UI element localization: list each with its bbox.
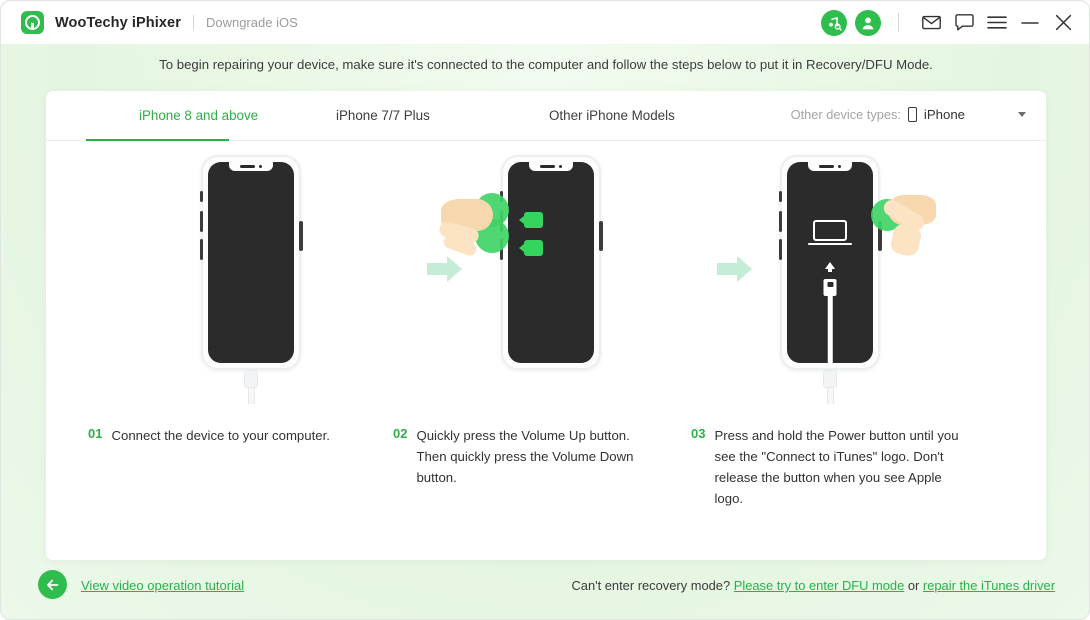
help-middle: or xyxy=(907,578,920,593)
step-2-caption: 02 Quickly press the Volume Up button. T… xyxy=(393,425,653,488)
itunes-laptop-icon xyxy=(808,220,852,245)
back-button[interactable] xyxy=(38,570,67,599)
tab-other-iphone-models[interactable]: Other iPhone Models xyxy=(549,108,675,123)
steps-area: 01 Connect the device to your computer. … xyxy=(46,141,1046,559)
itunes-driver-link[interactable]: repair the iTunes driver xyxy=(923,578,1055,593)
finger-illustration-3b xyxy=(889,222,923,258)
title-bar: WooTechy iPhixer Downgrade iOS xyxy=(1,1,1089,44)
steps-card: iPhone 8 and above iPhone 7/7 Plus Other… xyxy=(46,91,1046,560)
page-subtitle: Downgrade iOS xyxy=(205,15,298,30)
app-title: WooTechy iPhixer xyxy=(55,14,181,31)
envelope-icon[interactable] xyxy=(917,9,945,37)
itunes-music-search-icon[interactable] xyxy=(821,9,847,36)
title-bar-actions xyxy=(813,9,1089,37)
lightning-cable-icon-3 xyxy=(823,370,837,404)
help-prefix: Can't enter recovery mode? xyxy=(571,578,731,593)
user-account-icon[interactable] xyxy=(855,9,881,36)
step-arrow-1-icon xyxy=(427,256,467,282)
chat-bubble-icon[interactable] xyxy=(950,9,978,37)
app-window: WooTechy iPhixer Downgrade iOS To begin … xyxy=(0,0,1090,620)
step-3-text: Press and hold the Power button until yo… xyxy=(714,428,959,506)
step-2-number: 02 xyxy=(393,426,408,441)
lightning-cable-icon xyxy=(244,370,258,404)
tab-iphone-7-7-plus[interactable]: iPhone 7/7 Plus xyxy=(336,108,430,123)
volume-up-indicator xyxy=(519,212,543,228)
minimize-icon[interactable] xyxy=(1016,9,1044,37)
step-1-illustration xyxy=(106,141,396,421)
close-icon[interactable] xyxy=(1049,9,1077,37)
iphone-illustration-3 xyxy=(778,155,882,370)
step-2-text: Quickly press the Volume Up button. Then… xyxy=(416,428,634,485)
dfu-mode-link[interactable]: Please try to enter DFU mode xyxy=(734,578,905,593)
title-divider xyxy=(192,15,194,30)
volume-down-indicator xyxy=(519,240,543,256)
instruction-banner: To begin repairing your device, make sur… xyxy=(159,57,933,72)
device-type-label: Other device types: xyxy=(790,107,901,122)
step-1-caption: 01 Connect the device to your computer. xyxy=(88,425,338,446)
step-1-number: 01 xyxy=(88,426,103,441)
tab-iphone-8-and-above[interactable]: iPhone 8 and above xyxy=(139,108,258,123)
step-3-caption: 03 Press and hold the Power button until… xyxy=(691,425,961,509)
device-type-value: iPhone xyxy=(923,107,965,122)
arrow-left-icon xyxy=(46,579,58,590)
iphone-illustration-2 xyxy=(499,155,603,370)
device-tabs: iPhone 8 and above iPhone 7/7 Plus Other… xyxy=(46,91,1046,141)
device-type-selector[interactable]: Other device types: iPhone xyxy=(790,106,1026,122)
phone-outline-icon xyxy=(907,106,917,122)
footer: View video operation tutorial Can't ente… xyxy=(1,558,1089,619)
iphone-illustration-1 xyxy=(199,155,303,370)
step-1-text: Connect the device to your computer. xyxy=(111,428,330,443)
chevron-down-icon[interactable] xyxy=(1018,112,1026,117)
titlebar-divider xyxy=(898,13,899,32)
hamburger-menu-icon[interactable] xyxy=(983,9,1011,37)
lightning-plug-icon xyxy=(823,279,837,296)
wootechy-p-logo-icon xyxy=(21,11,44,34)
title-bar-left: WooTechy iPhixer Downgrade iOS xyxy=(1,11,298,34)
video-tutorial-link[interactable]: View video operation tutorial xyxy=(81,578,244,593)
step-arrow-2-icon xyxy=(717,256,757,282)
step-3-number: 03 xyxy=(691,426,706,441)
recovery-help-text: Can't enter recovery mode? Please try to… xyxy=(571,578,1055,593)
